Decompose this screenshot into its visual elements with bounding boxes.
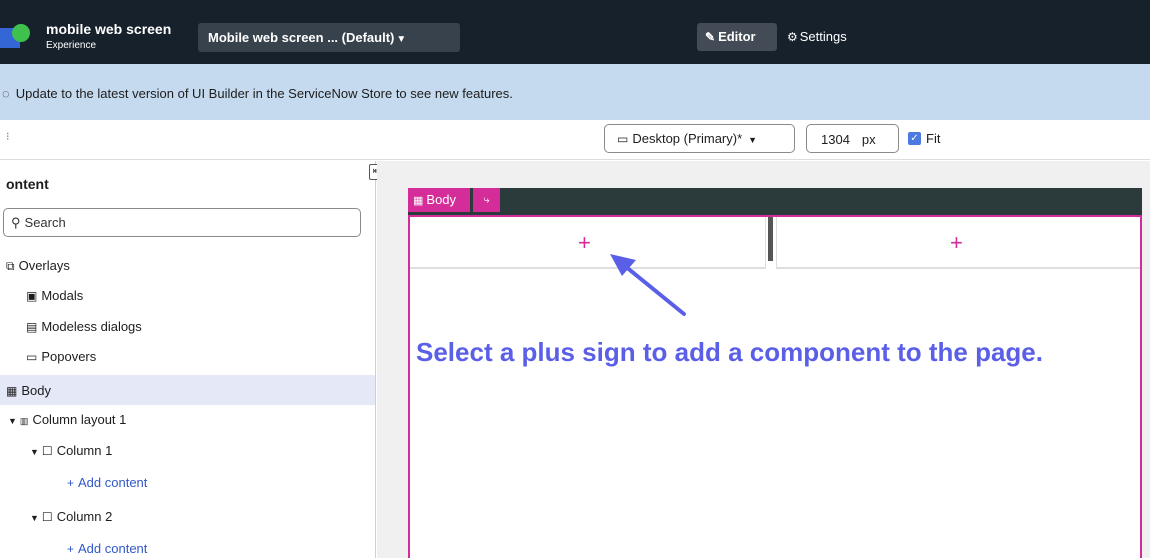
- plus-icon: +: [67, 542, 75, 556]
- add-component-button-column-1[interactable]: +: [578, 232, 591, 254]
- tree-label: Modeless dialogs: [41, 319, 142, 334]
- settings-label: Settings: [799, 29, 847, 44]
- sidebar-heading: ontent: [6, 176, 49, 192]
- add-content-link[interactable]: + Add content: [67, 541, 147, 556]
- app-subtitle: Experience: [46, 40, 97, 51]
- caret-down-icon[interactable]: ▼: [30, 447, 39, 457]
- width-unit: px: [861, 132, 876, 147]
- settings-tab-button[interactable]: ⚙ Settings: [787, 29, 847, 44]
- drag-handle-icon[interactable]: ⁝: [6, 130, 10, 143]
- tree-item-modeless-dialogs[interactable]: ▤ Modeless dialogs: [26, 319, 142, 334]
- body-header-bar: [408, 188, 1142, 215]
- tree-item-modals[interactable]: ▣ Modals: [26, 288, 83, 303]
- instruction-annotation: Select a plus sign to add a component to…: [416, 337, 1043, 367]
- pointer-arrow: [610, 254, 686, 316]
- variant-select[interactable]: Mobile web screen ... (Default) ▼: [198, 23, 460, 52]
- tree-item-column-layout[interactable]: ▼ ▥ Column layout 1: [8, 412, 126, 427]
- banner-message: Update to the latest version of UI Build…: [15, 86, 513, 101]
- variant-select-label: Mobile web screen ... (Default): [208, 30, 395, 45]
- canvas-width-input[interactable]: 1304 px: [806, 124, 899, 153]
- body-tag-label: Body: [426, 192, 457, 207]
- tree-label: Column 2: [56, 509, 113, 524]
- info-icon: ◌: [2, 86, 10, 101]
- tree-item-overlays[interactable]: ⧉ Overlays: [6, 258, 70, 274]
- body-layout-icon: ▦: [6, 384, 18, 398]
- add-component-button-column-2[interactable]: +: [950, 232, 963, 254]
- chevron-down-icon: ▼: [748, 135, 758, 145]
- top-bar: [0, 0, 1150, 64]
- pencil-icon: ✎: [705, 30, 716, 44]
- chevron-down-icon: ▼: [396, 34, 407, 45]
- caret-down-icon[interactable]: ▼: [30, 513, 39, 523]
- device-select[interactable]: ▭ Desktop (Primary)* ▼: [604, 124, 795, 153]
- tree-label: Overlays: [18, 258, 70, 273]
- add-content-label: Add content: [78, 541, 148, 556]
- hierarchy-icon[interactable]: ⤷: [473, 188, 500, 212]
- tree-item-popovers[interactable]: ▭ Popovers: [26, 349, 96, 364]
- plus-icon: +: [67, 476, 75, 490]
- search-input[interactable]: ⚲ Search: [3, 208, 361, 237]
- canvas-toolbar: ⁝: [0, 120, 1150, 160]
- column-resize-handle[interactable]: [768, 217, 773, 261]
- tree-label: Column 1: [56, 443, 113, 458]
- add-content-label: Add content: [78, 475, 148, 490]
- tree-item-column-2[interactable]: ▼ ☐ Column 2: [30, 509, 112, 524]
- tree-label: Popovers: [41, 349, 97, 364]
- tree-label: Column layout 1: [32, 412, 127, 427]
- column-icon: ☐: [41, 444, 53, 458]
- column-icon: ☐: [41, 510, 53, 524]
- banner-message-row: ◌ Update to the latest version of UI Buil…: [2, 86, 513, 101]
- update-banner: ◌ Update to the latest version of UI Buil…: [0, 64, 1150, 120]
- device-select-label: Desktop (Primary)*: [632, 131, 743, 146]
- width-value: 1304: [821, 132, 850, 147]
- modal-icon: ▣: [26, 289, 38, 303]
- monitor-icon: ▭: [617, 132, 629, 146]
- caret-down-icon[interactable]: ▼: [8, 416, 17, 426]
- body-tag[interactable]: ▦ Body: [408, 188, 470, 212]
- add-content-link[interactable]: + Add content: [67, 475, 147, 490]
- app-title: mobile web screen: [46, 21, 172, 37]
- search-placeholder: Search: [24, 215, 66, 230]
- popover-icon: ▭: [26, 350, 38, 364]
- fit-label: Fit: [926, 131, 941, 146]
- gear-icon: ⚙: [787, 30, 798, 44]
- column-layout-icon: ▥: [19, 416, 29, 426]
- editor-tab-button[interactable]: ✎ Editor: [697, 23, 777, 51]
- tree-label: Body: [21, 383, 51, 398]
- tree-selected-row: [0, 375, 375, 405]
- tree-label: Modals: [41, 288, 84, 303]
- overlays-icon: ⧉: [6, 259, 15, 273]
- dialog-icon: ▤: [26, 320, 38, 334]
- search-icon: ⚲: [11, 215, 21, 230]
- fit-checkbox[interactable]: ✓: [908, 132, 921, 145]
- tree-item-column-1[interactable]: ▼ ☐ Column 1: [30, 443, 112, 458]
- tree-item-body[interactable]: ▦ Body: [6, 383, 51, 398]
- body-layout-icon: ▦: [413, 195, 424, 207]
- editor-label: Editor: [718, 29, 756, 44]
- app-logo: [0, 18, 40, 52]
